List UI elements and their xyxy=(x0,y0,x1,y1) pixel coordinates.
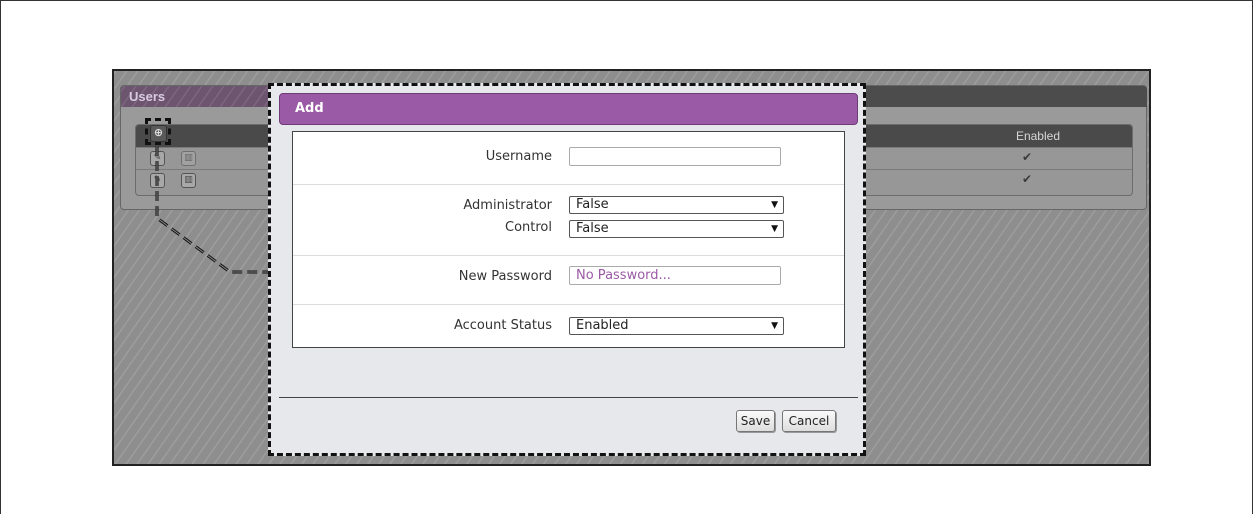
form-divider xyxy=(293,255,844,256)
control-select[interactable]: False ▼ xyxy=(569,220,784,238)
administrator-select[interactable]: False ▼ xyxy=(569,196,784,214)
account-status-label: Account Status xyxy=(453,318,552,333)
username-field[interactable] xyxy=(569,147,781,166)
new-password-field[interactable]: No Password... xyxy=(569,266,781,285)
chevron-down-icon: ▼ xyxy=(771,224,778,234)
form-divider xyxy=(293,184,844,185)
account-status-value: Enabled xyxy=(576,318,629,333)
modal-title: Add xyxy=(295,101,324,116)
new-password-label: New Password xyxy=(458,269,552,284)
save-button[interactable]: Save xyxy=(736,410,775,432)
modal-header: Add xyxy=(279,93,858,125)
username-label: Username xyxy=(485,149,552,164)
add-user-form: Username Administrator False ▼ Control F… xyxy=(292,131,845,348)
cancel-button[interactable]: Cancel xyxy=(782,410,836,432)
control-value: False xyxy=(576,221,609,236)
chevron-down-icon: ▼ xyxy=(771,200,778,210)
account-status-select[interactable]: Enabled ▼ xyxy=(569,317,784,335)
control-label: Control xyxy=(505,220,552,235)
administrator-value: False xyxy=(576,197,609,212)
administrator-label: Administrator xyxy=(463,198,552,213)
chevron-down-icon: ▼ xyxy=(771,321,778,331)
form-divider xyxy=(293,304,844,305)
modal-footer-divider xyxy=(279,397,858,398)
